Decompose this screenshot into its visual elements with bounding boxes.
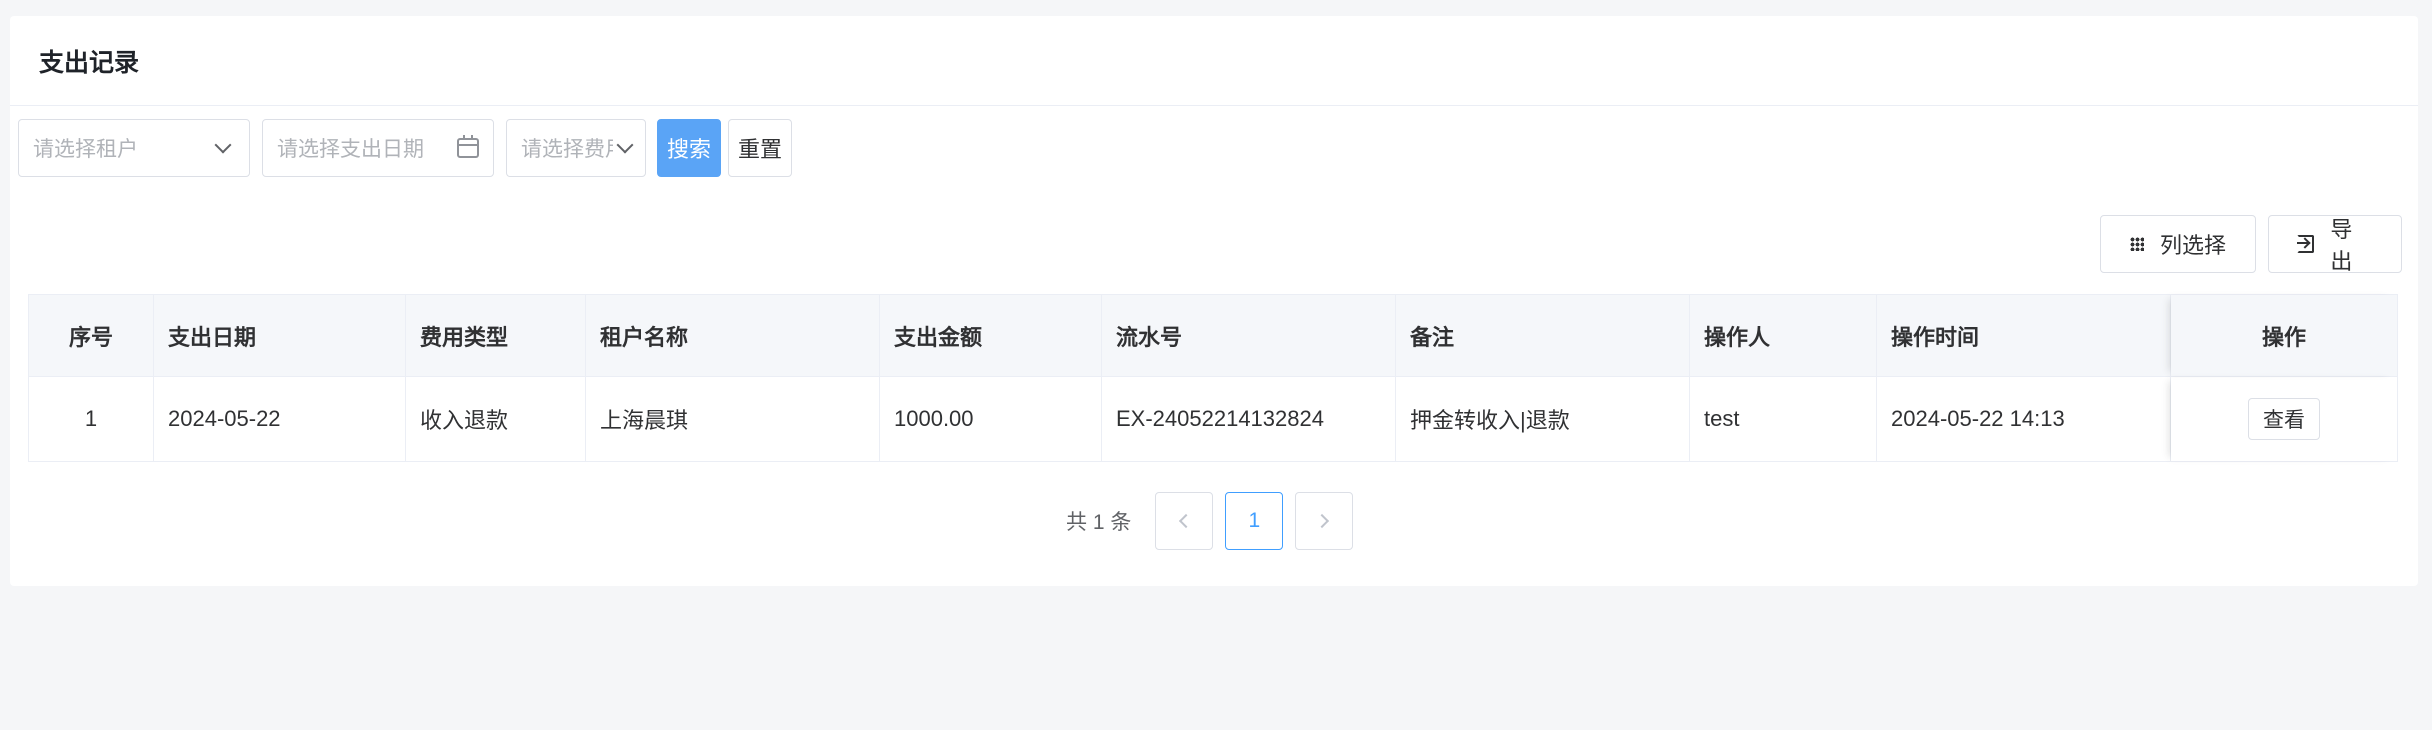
table-row: 1 2024-05-22 收入退款 上海晨琪 1000.00 EX-240522… bbox=[29, 376, 2397, 461]
tenant-select-placeholder: 请选择租户 bbox=[33, 138, 138, 161]
expense-table: 序号 支出日期 费用类型 租户名称 支出金额 流水号 备注 操作人 操作时间 操… bbox=[28, 294, 2398, 462]
table-header-row: 序号 支出日期 费用类型 租户名称 支出金额 流水号 备注 操作人 操作时间 操… bbox=[29, 295, 2397, 376]
chevron-left-icon bbox=[1179, 513, 1194, 529]
tenant-select[interactable]: 请选择租户 bbox=[18, 119, 250, 177]
cell-index: 1 bbox=[29, 377, 154, 461]
fee-type-select-placeholder: 请选择费用类型 bbox=[521, 138, 613, 161]
cell-fee-type: 收入退款 bbox=[406, 377, 586, 461]
pagination: 共 1 条 1 bbox=[1066, 492, 1365, 550]
filter-bar: 请选择租户 请选择支出日期 请选择费用类型 搜索 重置 bbox=[18, 119, 792, 177]
column-select-label: 列选择 bbox=[2159, 233, 2226, 258]
column-header: 支出日期 bbox=[154, 295, 406, 376]
view-button[interactable]: 查看 bbox=[2248, 398, 2320, 440]
page-number-button[interactable]: 1 bbox=[1225, 492, 1284, 550]
grid-icon bbox=[2129, 237, 2144, 251]
column-header: 租户名称 bbox=[586, 295, 880, 376]
cell-actions: 查看 bbox=[2171, 377, 2397, 461]
date-picker-placeholder: 请选择支出日期 bbox=[277, 138, 424, 161]
export-icon bbox=[2297, 235, 2315, 253]
column-header: 操作 bbox=[2171, 295, 2397, 376]
column-header: 操作时间 bbox=[1877, 295, 2171, 376]
chevron-down-icon bbox=[616, 136, 634, 154]
reset-button[interactable]: 重置 bbox=[728, 119, 792, 177]
column-header: 操作人 bbox=[1690, 295, 1877, 376]
column-header: 备注 bbox=[1396, 295, 1690, 376]
cell-op-time: 2024-05-22 14:13 bbox=[1877, 377, 2171, 461]
cell-operator: test bbox=[1690, 377, 1877, 461]
export-label: 导出 bbox=[2330, 217, 2353, 274]
search-button[interactable]: 搜索 bbox=[657, 119, 721, 177]
column-header: 支出金额 bbox=[880, 295, 1102, 376]
prev-page-button[interactable] bbox=[1155, 492, 1214, 550]
column-header: 费用类型 bbox=[406, 295, 586, 376]
cell-date: 2024-05-22 bbox=[154, 377, 406, 461]
table-toolbar: 列选择 导出 bbox=[2100, 215, 2402, 274]
column-select-button[interactable]: 列选择 bbox=[2100, 215, 2256, 273]
export-button[interactable]: 导出 bbox=[2268, 215, 2402, 274]
page-title: 支出记录 bbox=[39, 48, 140, 77]
chevron-right-icon bbox=[1315, 513, 1330, 529]
column-header: 流水号 bbox=[1102, 295, 1396, 376]
next-page-button[interactable] bbox=[1295, 492, 1354, 550]
cell-tenant: 上海晨琪 bbox=[586, 377, 880, 461]
chevron-down-icon bbox=[214, 136, 232, 154]
cell-remark: 押金转收入|退款 bbox=[1396, 377, 1690, 461]
cell-serial: EX-24052214132824 bbox=[1102, 377, 1396, 461]
column-header: 序号 bbox=[29, 295, 154, 376]
fee-type-select[interactable]: 请选择费用类型 bbox=[506, 119, 646, 177]
pagination-total: 共 1 条 bbox=[1066, 511, 1132, 534]
cell-amount: 1000.00 bbox=[880, 377, 1102, 461]
calendar-icon bbox=[457, 135, 479, 158]
card-header: 支出记录 bbox=[10, 16, 2418, 106]
expense-date-picker[interactable]: 请选择支出日期 bbox=[262, 119, 494, 177]
